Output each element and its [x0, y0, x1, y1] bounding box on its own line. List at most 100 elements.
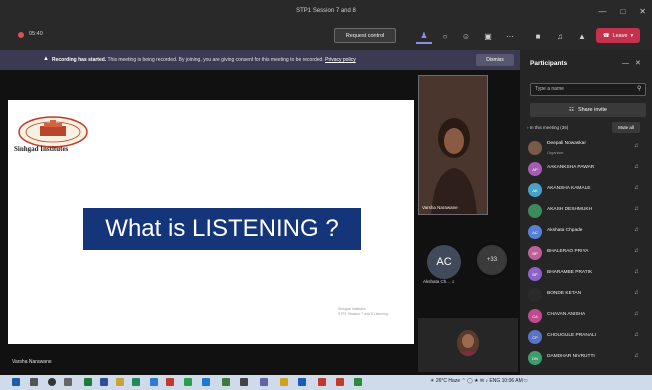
system-tray: ☀ 26°C Haze ⌃ ◯ ★ ✉ ♪ ENG 10:06 AM □ — [430, 378, 527, 384]
participant-name: BHARAMBE PRATIK — [547, 270, 593, 275]
participant-name: CHAVAN ANISHA — [547, 312, 586, 317]
notification-icon[interactable]: □ — [524, 378, 527, 384]
app-icon[interactable] — [202, 378, 210, 386]
avatar — [528, 204, 542, 218]
participant-name: CHOUGULE PRANALI — [547, 333, 597, 338]
mic-off-icon: ♫ — [634, 311, 639, 317]
mic-off-icon: ♫ — [634, 143, 639, 149]
edge-icon[interactable] — [150, 378, 158, 386]
participant-row[interactable]: BP BHALERAO PRIYA ♫ — [528, 244, 646, 264]
search-input[interactable]: Type a name — [530, 83, 646, 96]
recording-indicator-icon — [18, 32, 24, 38]
participant-row[interactable]: BP BHARAMBE PRATIK ♫ — [528, 265, 646, 285]
in-meeting-section-toggle[interactable]: › In this meeting (36) — [527, 125, 568, 130]
window-controls: — □ ✕ — [598, 0, 646, 22]
rooms-icon[interactable]: ▣ — [480, 28, 496, 44]
app-icon[interactable] — [280, 378, 288, 386]
windows-start-icon[interactable] — [12, 378, 20, 386]
app-icon[interactable] — [132, 378, 140, 386]
app-icon[interactable] — [166, 378, 174, 386]
mic-off-icon[interactable]: ♫ — [552, 28, 568, 44]
panel-title: Participants — [530, 60, 568, 67]
excel-icon[interactable] — [84, 378, 92, 386]
participant-name: BHALERAO PRIYA — [547, 249, 589, 254]
participant-video-tile[interactable] — [418, 75, 488, 215]
video-tile-label: Varsha Narawane — [422, 205, 458, 210]
participant-row[interactable]: AC Akshata Chpade ♫ — [528, 223, 646, 243]
participant-name: BONDE KETAN — [547, 291, 582, 296]
camera-off-icon[interactable]: ■ — [530, 28, 546, 44]
mic-off-icon: ♫ — [634, 248, 639, 254]
in-meeting-count: In this meeting (36) — [529, 125, 569, 130]
share-screen-icon[interactable]: ▲ — [574, 28, 590, 44]
leave-label: Leave — [612, 32, 628, 39]
search-icon[interactable]: ⚲ — [637, 85, 641, 92]
minimize-icon[interactable]: — — [598, 7, 606, 16]
privacy-policy-link[interactable]: Privacy policy — [325, 57, 356, 63]
close-icon[interactable]: ✕ — [639, 7, 646, 16]
participant-row[interactable]: CA CHAVAN ANISHA ♫ — [528, 307, 646, 327]
avatar-label: Akshata Ch... ♫ — [423, 279, 455, 284]
mic-off-icon: ♫ — [634, 164, 639, 170]
banner-bold: Recording has started. — [52, 57, 107, 63]
participant-row[interactable]: DN DAMDHAR NIVRUTTI ♫ — [528, 349, 646, 369]
mic-off-icon: ♫ — [634, 269, 639, 275]
search-icon[interactable] — [30, 378, 38, 386]
avatar: DN — [528, 351, 542, 365]
word-icon[interactable] — [100, 378, 108, 386]
task-view-icon[interactable] — [64, 378, 72, 386]
participant-row[interactable]: BONDE KETAN ♫ — [528, 286, 646, 306]
popout-icon[interactable]: — — [622, 60, 635, 67]
tray-icons[interactable]: ⌃ ◯ ★ ✉ ♪ — [462, 378, 489, 384]
weather-text[interactable]: 26°C Haze — [436, 378, 460, 384]
maximize-icon[interactable]: □ — [620, 7, 625, 16]
avatar: CA — [528, 309, 542, 323]
cortana-icon[interactable] — [48, 378, 56, 386]
avatar[interactable]: AC — [427, 245, 461, 279]
avatar: BP — [528, 246, 542, 260]
app-icon[interactable] — [222, 378, 230, 386]
mic-off-icon: ♫ — [634, 290, 639, 296]
participant-role: Organiser — [547, 151, 564, 155]
participant-row[interactable]: AKASH DESHMUKH ♫ — [528, 202, 646, 222]
participant-row[interactable]: Deepali Nowaskar Organiser ♫ — [528, 139, 646, 159]
app-icon[interactable] — [184, 378, 192, 386]
weather-icon: ☀ — [430, 378, 435, 384]
phone-icon: ☎ — [602, 32, 610, 39]
app-icon[interactable] — [240, 378, 248, 386]
leave-button[interactable]: ☎ Leave ▾ — [596, 28, 640, 43]
mute-all-button[interactable]: Mute all — [612, 122, 640, 133]
reactions-icon[interactable]: ☺ — [458, 28, 474, 44]
close-panel-icon[interactable]: ✕ — [635, 60, 647, 67]
slide-footer-line2: STP1 Session 7 and 8 Listening — [338, 312, 388, 316]
more-participants-button[interactable]: +33 — [477, 245, 507, 275]
people-icon[interactable]: ♟ — [416, 28, 432, 44]
file-explorer-icon[interactable] — [116, 378, 124, 386]
app-icon[interactable] — [336, 378, 344, 386]
avatar: BP — [528, 267, 542, 281]
app-icon[interactable] — [298, 378, 306, 386]
avatar: AP — [528, 162, 542, 176]
windows-taskbar — [0, 375, 652, 390]
warning-icon: ▲ — [43, 56, 49, 62]
slide-headline: What is LISTENING ? — [83, 208, 361, 250]
more-actions-icon[interactable]: ⋯ — [502, 28, 518, 44]
chat-icon[interactable]: ○ — [437, 28, 453, 44]
avatar: AK — [528, 183, 542, 197]
participant-row[interactable]: AP AAKANKSHA PAWAR ♫ — [528, 160, 646, 180]
clock[interactable]: 10:06 AM — [502, 378, 523, 384]
teams-icon[interactable] — [260, 378, 268, 386]
mic-off-icon: ♫ — [634, 227, 639, 233]
dismiss-button[interactable]: Dismiss — [476, 54, 514, 66]
avatar-name: Akshata Ch... — [423, 279, 451, 284]
chevron-down-icon: ▾ — [630, 32, 634, 39]
chrome-icon[interactable] — [354, 378, 362, 386]
participant-name: DAMDHAR NIVRUTTI — [547, 354, 595, 359]
participant-row[interactable]: AK AKANSHA KAMALE ♫ — [528, 181, 646, 201]
banner-message: Recording has started. This meeting is b… — [52, 57, 356, 63]
app-icon[interactable] — [318, 378, 326, 386]
request-control-button[interactable]: Request control — [334, 28, 396, 43]
participant-row[interactable]: CP CHOUGULE PRANALI ♫ — [528, 328, 646, 348]
language[interactable]: ENG — [489, 378, 500, 384]
share-invite-button[interactable]: ☷ Share invite — [530, 103, 646, 117]
